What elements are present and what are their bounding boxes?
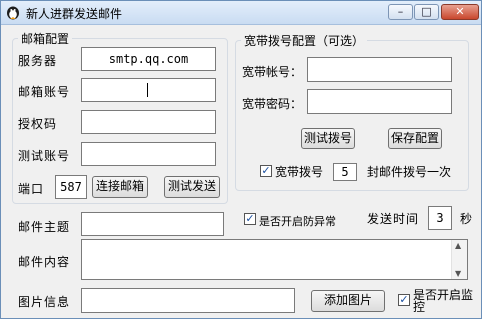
account-input[interactable]	[81, 78, 216, 102]
broadband-dial-checkbox[interactable]: ✓	[260, 165, 272, 177]
app-window: 新人进群发送邮件 – □ ✕ 邮箱配置 服务器 smtp.qq.com 邮箱账号…	[0, 0, 482, 319]
anti-exception-checkbox[interactable]: ✓	[244, 213, 256, 225]
title-bar[interactable]: 新人进群发送邮件 – □ ✕	[1, 1, 481, 25]
monitor-checkbox[interactable]: ✓	[398, 294, 410, 306]
maximize-button[interactable]: □	[414, 4, 439, 20]
send-interval-label: 发送时间	[367, 212, 420, 226]
test-send-button[interactable]: 测试发送	[164, 176, 220, 198]
dial-every-suffix: 封邮件拨号一次	[367, 165, 452, 179]
port-input[interactable]: 587	[55, 175, 87, 199]
send-interval-input[interactable]: 3	[428, 206, 452, 230]
account-label: 邮箱账号	[18, 85, 71, 99]
subject-label: 邮件主题	[18, 220, 71, 234]
image-info-label: 图片信息	[18, 295, 71, 309]
close-button[interactable]: ✕	[441, 4, 479, 20]
content-label: 邮件内容	[18, 255, 71, 269]
checkmark-icon: ✓	[399, 293, 409, 306]
test-dial-button[interactable]: 测试拨号	[301, 128, 355, 149]
mail-config-legend: 邮箱配置	[18, 30, 73, 47]
checkmark-icon: ✓	[245, 212, 255, 225]
maximize-icon: □	[421, 5, 432, 18]
minimize-button[interactable]: –	[388, 4, 413, 20]
content-scrollbar[interactable]: ▲ ▼	[451, 240, 467, 279]
port-label: 端口	[18, 182, 45, 196]
auth-code-input[interactable]	[81, 110, 216, 134]
checkmark-icon: ✓	[261, 164, 271, 177]
dial-every-input[interactable]: 5	[333, 163, 357, 181]
minimize-icon: –	[397, 5, 404, 18]
send-interval-unit: 秒	[460, 212, 474, 226]
image-info-input[interactable]	[81, 288, 295, 313]
scroll-down-icon[interactable]: ▼	[455, 269, 461, 278]
scroll-up-icon[interactable]: ▲	[455, 241, 461, 250]
subject-input[interactable]	[81, 212, 224, 236]
server-label: 服务器	[18, 54, 58, 68]
broadband-account-label: 宽带帐号：	[242, 65, 303, 79]
connect-mailbox-button[interactable]: 连接邮箱	[92, 176, 148, 198]
broadband-config-legend: 宽带拨号配置（可选）	[241, 32, 368, 49]
broadband-account-input[interactable]	[307, 57, 452, 82]
window-title: 新人进群发送邮件	[26, 7, 123, 21]
broadband-password-label: 宽带密码：	[242, 97, 303, 111]
monitor-label: 是否开启监控	[413, 288, 474, 314]
penguin-icon	[7, 6, 19, 20]
server-input[interactable]: smtp.qq.com	[81, 47, 216, 71]
content-textarea[interactable]: ▲ ▼	[81, 239, 468, 280]
text-cursor	[147, 83, 148, 97]
anti-exception-label: 是否开启防异常	[259, 215, 336, 228]
broadband-dial-label: 宽带拨号	[275, 165, 324, 179]
add-image-button[interactable]: 添加图片	[311, 290, 385, 312]
broadband-password-input[interactable]	[307, 89, 452, 114]
test-account-label: 测试账号	[18, 149, 71, 163]
save-config-button[interactable]: 保存配置	[388, 128, 442, 149]
auth-code-label: 授权码	[18, 117, 58, 131]
test-account-input[interactable]	[81, 142, 216, 166]
close-icon: ✕	[455, 5, 465, 18]
